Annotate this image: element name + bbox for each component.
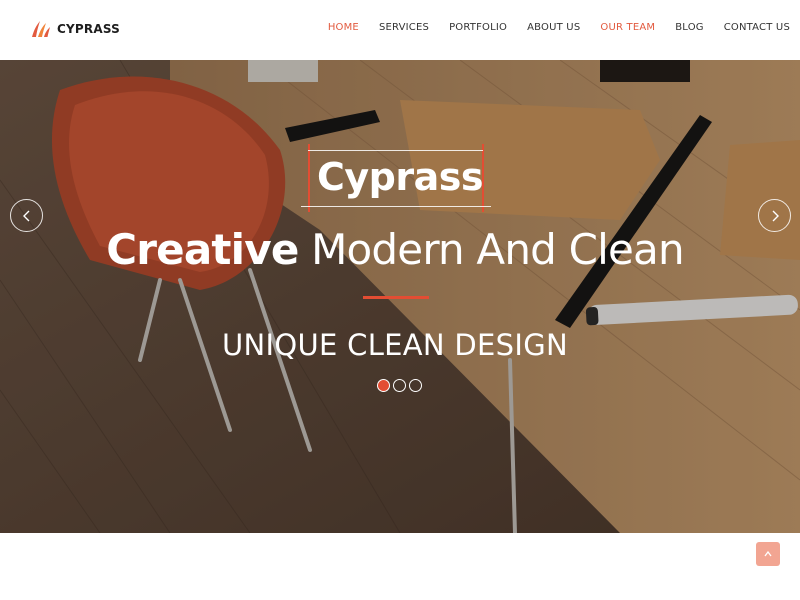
slider-next-button[interactable] xyxy=(758,199,791,232)
slider-prev-button[interactable] xyxy=(10,199,43,232)
nav-services[interactable]: SERVICES xyxy=(379,22,429,33)
nav-about-us[interactable]: ABOUT US xyxy=(527,22,580,33)
flame-stripes-icon xyxy=(32,21,50,37)
nav-blog[interactable]: BLOG xyxy=(675,22,704,33)
scroll-to-top-button[interactable] xyxy=(756,542,780,566)
nav-portfolio[interactable]: PORTFOLIO xyxy=(449,22,507,33)
nav-home[interactable]: HOME xyxy=(328,22,359,33)
hero-headline: Creative Modern And Clean xyxy=(0,225,790,274)
headline-rest: Modern And Clean xyxy=(298,225,685,274)
slider-pagination xyxy=(377,379,422,392)
site-header: CYPRASS HOME SERVICES PORTFOLIO ABOUT US… xyxy=(0,0,800,60)
chevron-left-icon xyxy=(22,210,29,221)
nav-contact-us[interactable]: CONTACT US xyxy=(724,22,790,33)
chevron-right-icon xyxy=(772,210,779,221)
headline-bold: Creative xyxy=(106,225,299,274)
hero-title: Cyprass xyxy=(317,155,483,199)
slide-dot-3[interactable] xyxy=(409,379,422,392)
brand-name: CYPRASS xyxy=(57,22,120,36)
frame-white-line-bottom xyxy=(301,206,491,207)
chevron-up-icon xyxy=(764,550,772,557)
hero-slider: Cyprass Creative Modern And Clean UNIQUE… xyxy=(0,60,800,533)
slide-dot-2[interactable] xyxy=(393,379,406,392)
main-nav: HOME SERVICES PORTFOLIO ABOUT US OUR TEA… xyxy=(328,22,790,33)
headline-divider xyxy=(363,296,429,299)
hero-subtitle: UNIQUE CLEAN DESIGN xyxy=(221,328,569,362)
nav-our-team[interactable]: OUR TEAM xyxy=(600,22,655,33)
slide-dot-1[interactable] xyxy=(377,379,390,392)
brand-logo[interactable]: CYPRASS xyxy=(29,18,120,40)
frame-white-line-top xyxy=(308,150,483,151)
